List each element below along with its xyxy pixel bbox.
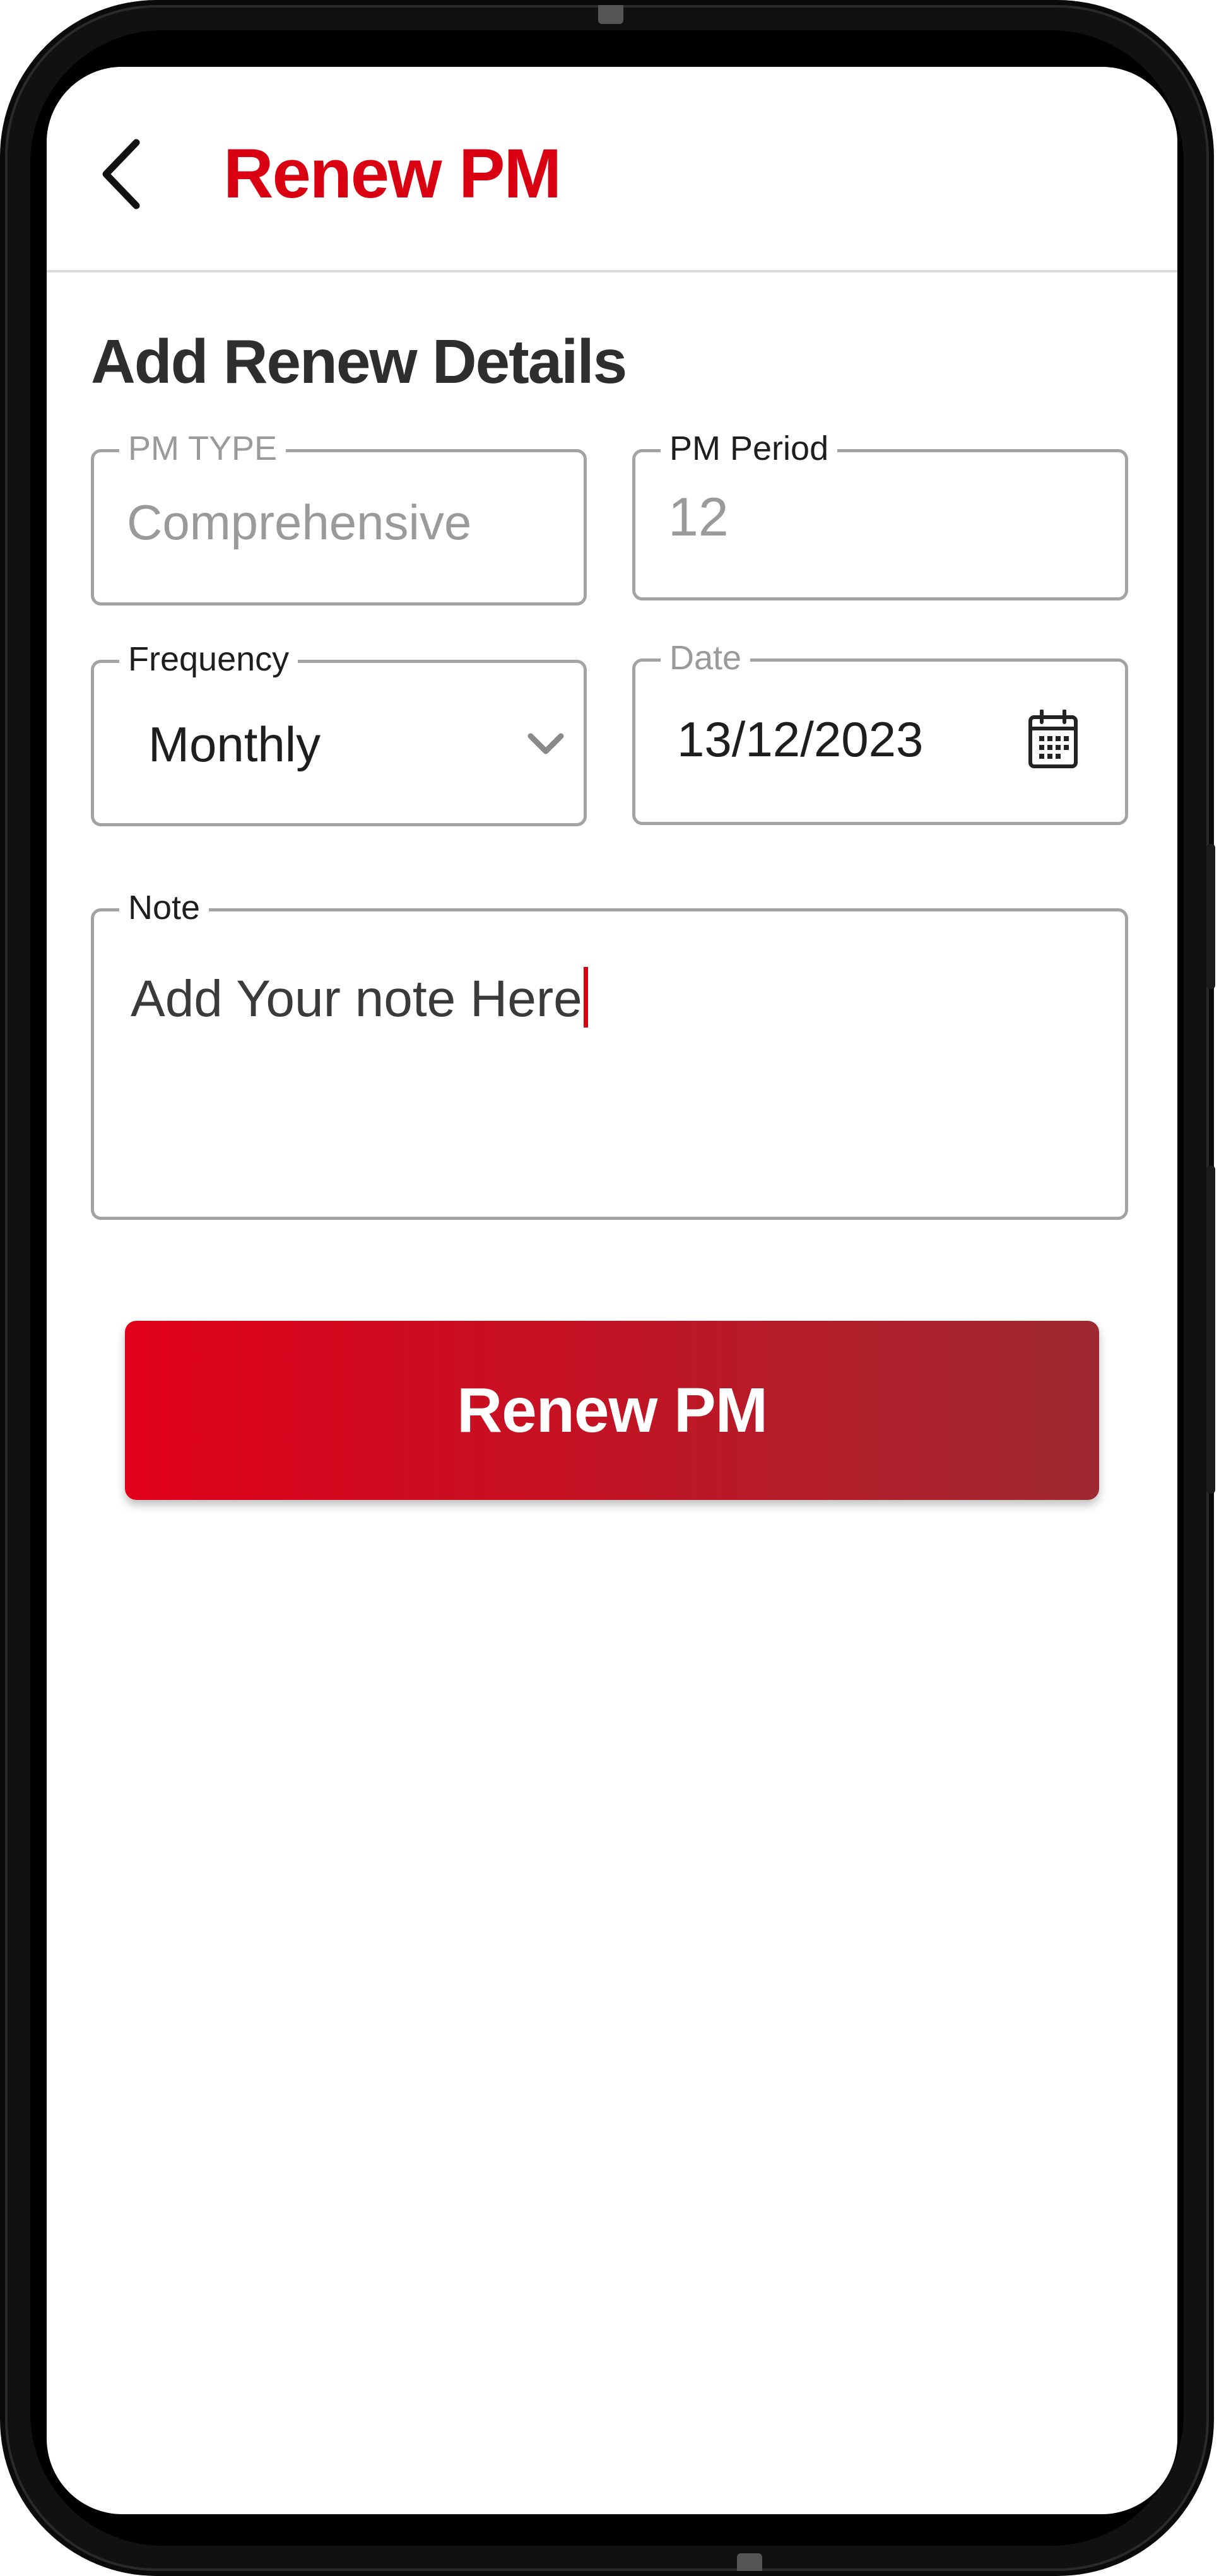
note-value: Add Your note Here xyxy=(131,970,582,1027)
power-button xyxy=(1206,1166,1215,1494)
page-title: Renew PM xyxy=(223,135,562,213)
frequency-value: Monthly xyxy=(148,717,321,772)
pm-type-value: Comprehensive xyxy=(127,495,472,550)
date-field[interactable]: Date 13/12/2023 xyxy=(632,638,1128,825)
renew-pm-button-label: Renew PM xyxy=(456,1374,768,1446)
pm-type-field: PM TYPE Comprehensive xyxy=(91,428,587,606)
chevron-left-icon xyxy=(102,139,140,209)
note-label: Note xyxy=(119,887,209,928)
pm-type-label: PM TYPE xyxy=(119,428,286,469)
chevron-down-icon xyxy=(527,733,564,754)
pm-period-label: PM Period xyxy=(661,428,838,469)
phone-frame: Renew PM Add Renew Details PM TYPE Compr… xyxy=(5,5,1215,2571)
date-value: 13/12/2023 xyxy=(677,711,924,767)
frequency-select[interactable]: Frequency Monthly xyxy=(91,639,587,826)
volume-button xyxy=(1206,844,1215,989)
renew-pm-button[interactable]: Renew PM xyxy=(125,1321,1099,1500)
pm-period-field: PM Period 12 xyxy=(632,428,1128,600)
date-label: Date xyxy=(661,638,751,678)
frequency-label: Frequency xyxy=(119,639,298,679)
bottom-port xyxy=(737,2553,762,2571)
note-text-wrap: Add Your note Here xyxy=(131,967,588,1027)
note-textarea[interactable]: Note Add Your note Here xyxy=(91,887,1128,1220)
back-button[interactable] xyxy=(85,136,160,212)
text-caret xyxy=(583,967,588,1027)
app-screen: Renew PM Add Renew Details PM TYPE Compr… xyxy=(47,67,1177,2514)
section-title: Add Renew Details xyxy=(91,327,627,396)
pm-period-value: 12 xyxy=(668,487,729,547)
app-header: Renew PM xyxy=(47,67,1177,272)
calendar-icon[interactable] xyxy=(1028,710,1078,769)
top-sensor xyxy=(598,5,623,24)
